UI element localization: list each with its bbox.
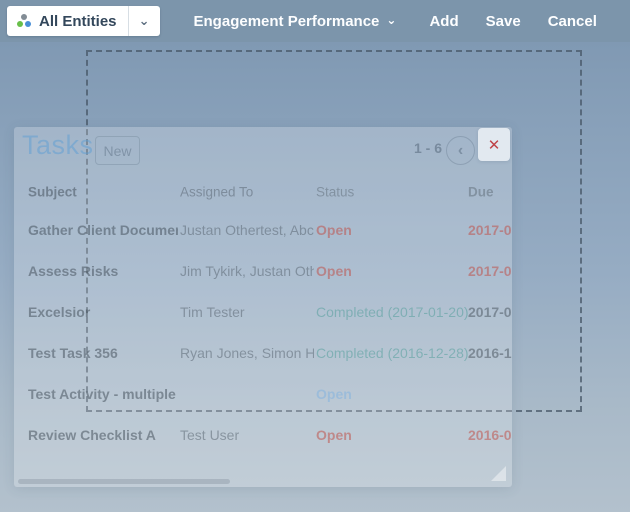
task-status: Completed (2016-12-28) [316,344,469,361]
widget-resize-handle[interactable] [491,466,506,481]
pagination-range: 1 - 6 [413,140,442,156]
remove-widget-button[interactable]: ✕ [478,128,510,161]
table-header-row: Subject Assigned To Status Due [14,175,512,209]
entity-selector-button[interactable]: All Entities ⌄ [7,6,160,36]
dashboard-selector-label: Engagement Performance [193,12,380,30]
table-row[interactable]: Test Activity - multiple ... Open [14,373,512,414]
task-due: 2017-0 [468,303,512,320]
column-header-due: Due [468,184,494,200]
dashboard-canvas: Tasks New 1 - 6 ‹ Subject Assigned To St… [0,42,630,512]
save-button[interactable]: Save [486,13,521,30]
task-due: 2016-0 [468,426,512,443]
task-assigned: Tim Tester [180,303,245,320]
tasks-widget[interactable]: Tasks New 1 - 6 ‹ Subject Assigned To St… [14,127,512,487]
table-row[interactable]: Gather Client Documen.. Justan Othertest… [14,209,512,250]
task-due: 2017-0 [468,262,512,279]
table-row[interactable]: Review Checklist A Test User Open 2016-0 [14,414,512,455]
chevron-down-icon: ⌄ [386,13,397,27]
task-due: 2016-1 [468,344,512,361]
table-row[interactable]: Excelsior Tim Tester Completed (2017-01-… [14,291,512,332]
task-status: Completed (2017-01-20) [316,303,469,320]
task-due: 2017-0 [468,221,512,238]
entity-selector-main[interactable]: All Entities [7,6,128,36]
add-button[interactable]: Add [429,13,458,30]
column-header-subject: Subject [28,184,77,200]
task-assigned: Jim Tykirk, Justan Oth... [180,262,314,279]
top-toolbar: All Entities ⌄ Engagement Performance ⌄ … [0,0,630,42]
task-status: Open [316,262,352,279]
pagination-prev-icon[interactable]: ‹ [446,136,475,165]
chevron-down-icon[interactable]: ⌄ [129,6,160,36]
close-icon: ✕ [487,136,501,154]
horizontal-scrollbar-thumb[interactable] [18,479,230,484]
task-status: Open [316,221,352,238]
table-row[interactable]: Test Task 356 Ryan Jones, Simon Ho... Co… [14,332,512,373]
task-subject: Excelsior [28,303,91,320]
task-assigned: Test User [180,426,240,443]
task-status: Open [316,426,352,443]
table-row[interactable]: Assess Risks Jim Tykirk, Justan Oth... O… [14,250,512,291]
cancel-button[interactable]: Cancel [548,13,597,30]
entities-cluster-icon [16,13,32,29]
new-task-button[interactable]: New [95,136,140,165]
task-assigned: Justan Othertest, Abc... [180,221,314,238]
task-status: Open [316,385,352,402]
task-table-rows: Gather Client Documen.. Justan Othertest… [14,209,512,455]
task-subject: Review Checklist A [28,426,156,443]
task-assigned: Ryan Jones, Simon Ho... [180,344,314,361]
column-header-assigned: Assigned To [180,184,254,200]
entity-selector-label: All Entities [39,12,117,30]
task-subject: Gather Client Documen.. [28,221,178,238]
widget-title: Tasks [22,130,94,160]
tasks-table: Subject Assigned To Status Due Gather Cl… [14,175,512,455]
task-subject: Test Task 356 [28,344,118,361]
task-subject: Test Activity - multiple ... [28,385,178,402]
task-subject: Assess Risks [28,262,119,279]
column-header-status: Status [316,184,355,200]
dashboard-selector[interactable]: Engagement Performance ⌄ [194,13,397,30]
